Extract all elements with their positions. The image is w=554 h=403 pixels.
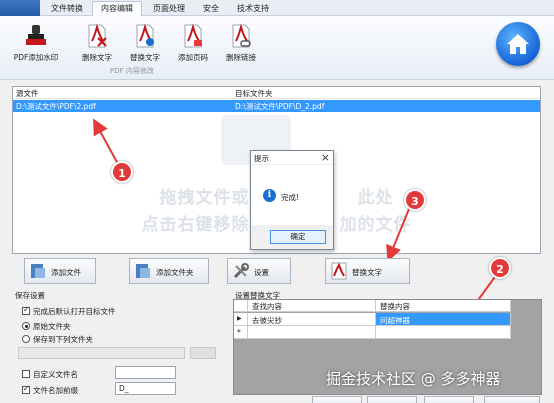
save-to-folder-radio[interactable]: 保存到下列文件夹: [22, 334, 93, 345]
wrench-icon: [233, 263, 249, 279]
settings-button[interactable]: 设置: [227, 258, 291, 284]
column-replace[interactable]: 替换内容: [376, 300, 511, 312]
custom-name-checkbox[interactable]: 自定义文件名: [22, 369, 78, 380]
find-cell[interactable]: 去彼尖抄: [248, 313, 376, 326]
custom-name-input[interactable]: [115, 366, 176, 379]
radio-unselected-icon: [22, 335, 30, 343]
checkbox-unchecked-icon: [22, 370, 30, 378]
save-settings-title: 保存设置: [15, 291, 45, 300]
replace-text-button[interactable]: 替换文字: [325, 258, 410, 284]
pdf-replace-icon: [331, 262, 347, 280]
new-replace-cell[interactable]: [376, 326, 511, 339]
bottom-button-1[interactable]: [312, 396, 362, 403]
annotation-marker-3: 3: [404, 189, 426, 211]
original-folder-radio[interactable]: 原始文件夹: [22, 321, 71, 332]
bottom-button-2[interactable]: [367, 396, 417, 403]
bottom-button-3[interactable]: [424, 396, 474, 403]
open-after-checkbox[interactable]: 完成后默认打开目标文件: [22, 305, 116, 317]
column-find[interactable]: 查找内容: [248, 300, 376, 312]
bottom-button-4[interactable]: [484, 396, 540, 403]
row-header-corner: [234, 300, 248, 312]
add-file-button[interactable]: 添加文件: [24, 258, 96, 284]
new-find-cell[interactable]: [248, 326, 376, 339]
checkbox-checked-icon: [22, 384, 30, 394]
watermark-text: 掘金技术社区 @ 多多神器: [326, 370, 501, 388]
radio-selected-icon: [22, 322, 30, 330]
prefix-input[interactable]: D_: [115, 382, 176, 395]
add-folder-icon: [136, 264, 150, 278]
checkbox-checked-icon: [22, 305, 30, 315]
row-header[interactable]: ▶: [234, 313, 248, 326]
add-folder-button[interactable]: 添加文件夹: [129, 258, 209, 284]
save-path-field[interactable]: [18, 347, 185, 359]
new-row-header[interactable]: *: [234, 326, 248, 339]
prefix-checkbox[interactable]: 文件名加前缀: [22, 384, 78, 396]
annotation-marker-1: 1: [111, 161, 133, 183]
annotation-marker-2: 2: [489, 257, 511, 279]
browse-button[interactable]: [190, 347, 216, 359]
replace-cell[interactable]: 问超神器: [376, 313, 511, 326]
add-file-icon: [31, 264, 45, 278]
